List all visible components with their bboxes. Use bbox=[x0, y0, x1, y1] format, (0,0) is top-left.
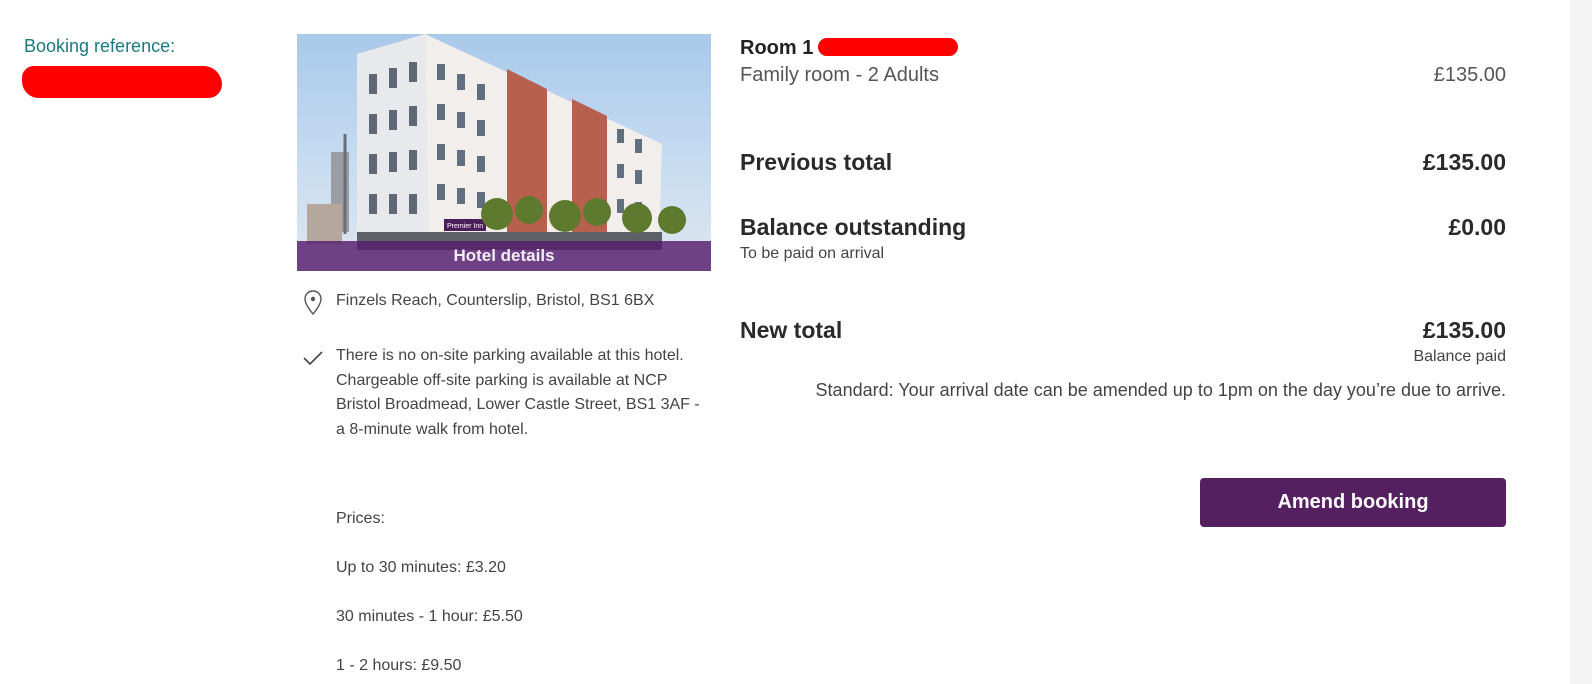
hotel-details-overlay[interactable]: Hotel details bbox=[297, 241, 711, 271]
hotel-sign-text: Premier Inn bbox=[447, 223, 483, 230]
hotel-address-row: Finzels Reach, Counterslip, Bristol, BS1… bbox=[297, 289, 711, 317]
booking-summary: Room 1 Family room - 2 Adults £135.00 Pr… bbox=[740, 34, 1506, 527]
room-description: Family room - 2 Adults bbox=[740, 64, 939, 86]
parking-prices: Prices: Up to 30 minutes: £3.20 30 minut… bbox=[336, 507, 711, 678]
new-total-note: Balance paid bbox=[1413, 348, 1506, 365]
parking-prices-heading: Prices: bbox=[336, 510, 385, 527]
redaction-mark bbox=[22, 66, 222, 98]
room-title: Room 1 bbox=[740, 34, 1506, 62]
new-total-label: New total bbox=[740, 317, 843, 343]
parking-price-item: 1 - 2 hours: £9.50 bbox=[336, 657, 462, 674]
redaction-mark bbox=[818, 38, 958, 56]
amendment-policy: Standard: Your arrival date can be amend… bbox=[815, 380, 1506, 400]
new-total-value: £135.00 bbox=[1422, 317, 1506, 343]
hotel-image-link[interactable]: Premier Inn Hotel details bbox=[297, 34, 711, 271]
parking-price-item: Up to 30 minutes: £3.20 bbox=[336, 559, 506, 576]
parking-price-item: 30 minutes - 1 hour: £5.50 bbox=[336, 608, 523, 625]
booking-page: Booking reference: Premier Inn Hotel det… bbox=[0, 0, 1592, 684]
room-title-text: Room 1 bbox=[740, 37, 814, 59]
scrollbar-track[interactable] bbox=[1570, 0, 1592, 684]
room-line: Family room - 2 Adults £135.00 bbox=[740, 64, 1506, 87]
balance-outstanding-label: Balance outstanding bbox=[740, 214, 967, 240]
checkmark-icon bbox=[299, 344, 327, 372]
hotel-parking-info: There is no on-site parking available at… bbox=[336, 347, 700, 438]
hotel-parking-row: There is no on-site parking available at… bbox=[297, 344, 711, 442]
new-total-row: New total £135.00 bbox=[740, 317, 1506, 344]
balance-outstanding-value: £0.00 bbox=[1448, 214, 1506, 240]
map-pin-icon bbox=[299, 289, 327, 317]
hotel-photo: Premier Inn bbox=[307, 34, 686, 250]
booking-reference: Booking reference: bbox=[22, 36, 222, 98]
room-price: £135.00 bbox=[1433, 64, 1506, 86]
amend-booking-button[interactable]: Amend booking bbox=[1200, 478, 1506, 527]
balance-note: To be paid on arrival bbox=[740, 245, 885, 262]
hotel-address: Finzels Reach, Counterslip, Bristol, BS1… bbox=[336, 292, 655, 309]
previous-total-row: Previous total £135.00 bbox=[740, 149, 1506, 176]
previous-total-value: £135.00 bbox=[1422, 149, 1506, 175]
hotel-details-label[interactable]: Hotel details bbox=[453, 246, 554, 266]
booking-reference-label: Booking reference: bbox=[24, 36, 176, 56]
balance-outstanding-row: Balance outstanding £0.00 bbox=[740, 214, 1506, 241]
hotel-panel: Premier Inn Hotel details Finzels Reach,… bbox=[297, 34, 711, 684]
previous-total-label: Previous total bbox=[740, 149, 893, 175]
